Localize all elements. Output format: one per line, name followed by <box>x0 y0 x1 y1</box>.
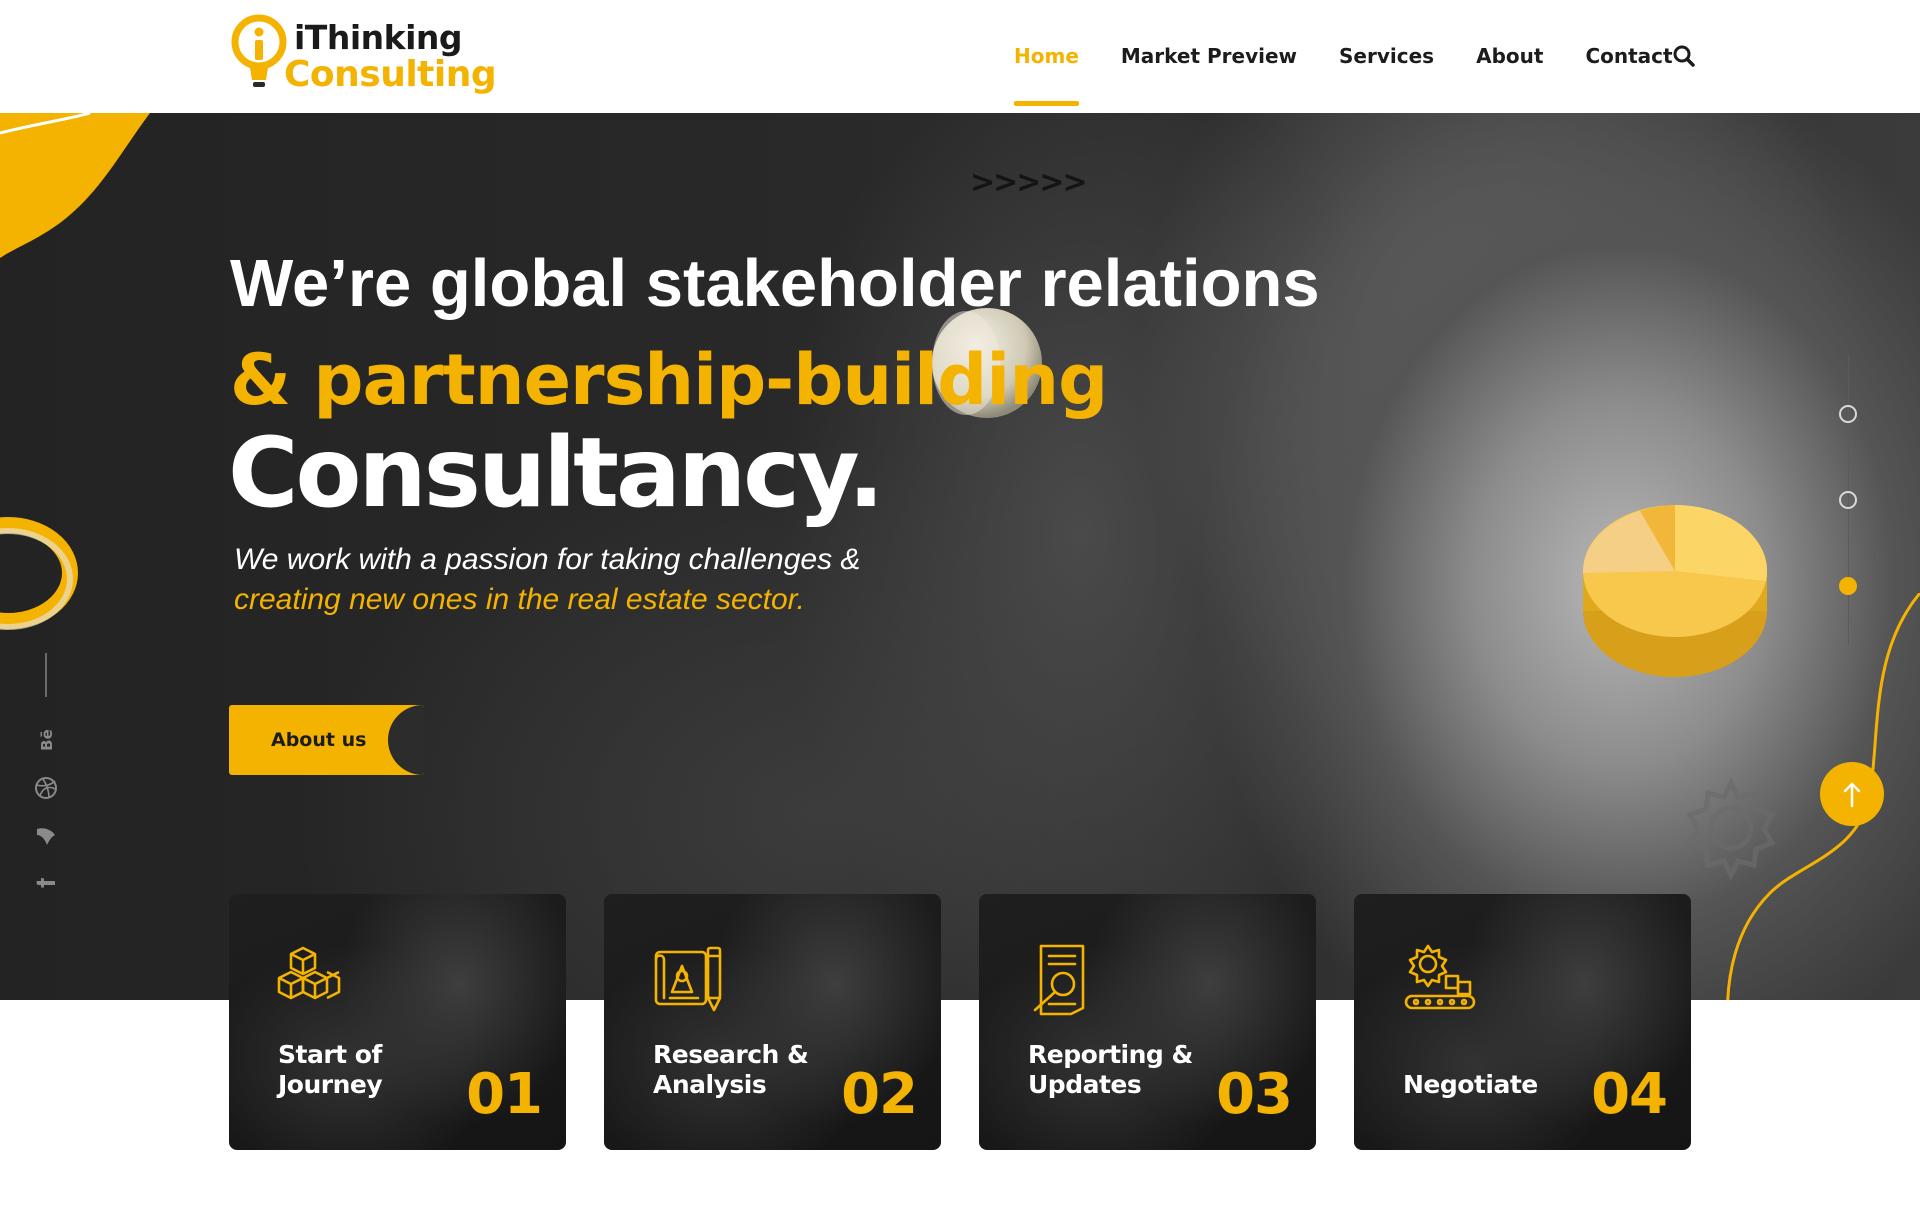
nav-item-market-preview[interactable]: Market Preview <box>1121 0 1297 113</box>
hero-headline-line3: Consultancy. <box>228 417 884 529</box>
nav-item-about[interactable]: About <box>1476 0 1543 113</box>
service-title-line1: Start of <box>278 1040 382 1069</box>
brand-name-line1: iThinking <box>294 18 463 57</box>
nav-item-home[interactable]: Home <box>1014 0 1079 113</box>
svg-text:Bē: Bē <box>38 729 56 751</box>
nav-item-services[interactable]: Services <box>1339 0 1434 113</box>
service-title-line1: Reporting & <box>1028 1040 1193 1069</box>
chevrons-decoration: >>>>> <box>970 165 1088 200</box>
lightbulb-icon <box>231 14 287 87</box>
gear-conveyor-icon <box>1404 944 1476 1010</box>
service-card-negotiate[interactable]: Negotiate 04 <box>1354 894 1691 1150</box>
main-nav: Home Market Preview Services About Conta… <box>1014 0 1715 113</box>
social-divider <box>45 653 47 697</box>
slider-dot-2[interactable] <box>1839 491 1857 509</box>
site-header: iThinking Consulting Home Market Preview… <box>0 0 1920 113</box>
search-icon[interactable] <box>1672 44 1696 68</box>
service-title: Reporting & Updates <box>1028 1040 1228 1100</box>
facebook-icon[interactable] <box>33 870 59 896</box>
dribbble-icon[interactable] <box>33 775 59 801</box>
button-cap-decoration <box>388 705 424 775</box>
scroll-to-top-button[interactable] <box>1820 762 1884 826</box>
yellow-blob-decoration <box>0 113 150 258</box>
brand-logo[interactable]: iThinking Consulting <box>230 12 497 102</box>
service-title: Start of Journey <box>278 1040 478 1100</box>
service-number: 03 <box>1216 1062 1293 1127</box>
service-title: Research & Analysis <box>653 1040 853 1100</box>
service-card-start-of-journey[interactable]: Start of Journey 01 <box>229 894 566 1150</box>
about-us-button[interactable]: About us <box>229 705 424 775</box>
service-card-reporting-updates[interactable]: Reporting & Updates 03 <box>979 894 1316 1150</box>
yellow-ring-decoration <box>0 517 78 630</box>
slider-dot-3[interactable] <box>1839 577 1857 595</box>
hero-subtitle-line2: creating new ones in the real estate sec… <box>234 583 805 616</box>
arrow-up-icon <box>1843 782 1861 808</box>
slider-dot-1[interactable] <box>1839 405 1857 423</box>
hero-subtitle-line1: We work with a passion for taking challe… <box>234 543 861 576</box>
service-title-line2: Journey <box>278 1070 383 1099</box>
service-card-research-analysis[interactable]: Research & Analysis 02 <box>604 894 941 1150</box>
service-title: Negotiate <box>1403 1070 1603 1100</box>
hero-section: >>>>> We’re global stakeholder relations… <box>0 113 1920 1000</box>
hero-headline-line1: We’re global stakeholder relations <box>230 246 1320 321</box>
service-number: 04 <box>1591 1062 1668 1127</box>
service-number: 01 <box>466 1062 543 1127</box>
services-cards: Start of Journey 01 Research & Analysis … <box>229 894 1691 1150</box>
brand-name-line2: Consulting <box>284 54 497 95</box>
service-title-line1: Research & <box>653 1040 809 1069</box>
about-us-button-label: About us <box>271 729 367 751</box>
service-title-line2: Updates <box>1028 1070 1142 1099</box>
behance-icon[interactable]: Bē <box>33 727 59 753</box>
service-number: 02 <box>841 1062 918 1127</box>
service-title-line2: Analysis <box>653 1070 767 1099</box>
vimeo-icon[interactable] <box>33 823 59 849</box>
nav-item-contact[interactable]: Contact <box>1585 0 1672 113</box>
blueprint-icon <box>654 946 722 1012</box>
report-search-icon <box>1033 944 1085 1016</box>
service-title-line2: Negotiate <box>1403 1070 1538 1099</box>
cubes-icon <box>277 946 341 1000</box>
gear-decoration <box>1686 777 1776 881</box>
hero-headline-line2: & partnership-building <box>230 339 1108 421</box>
